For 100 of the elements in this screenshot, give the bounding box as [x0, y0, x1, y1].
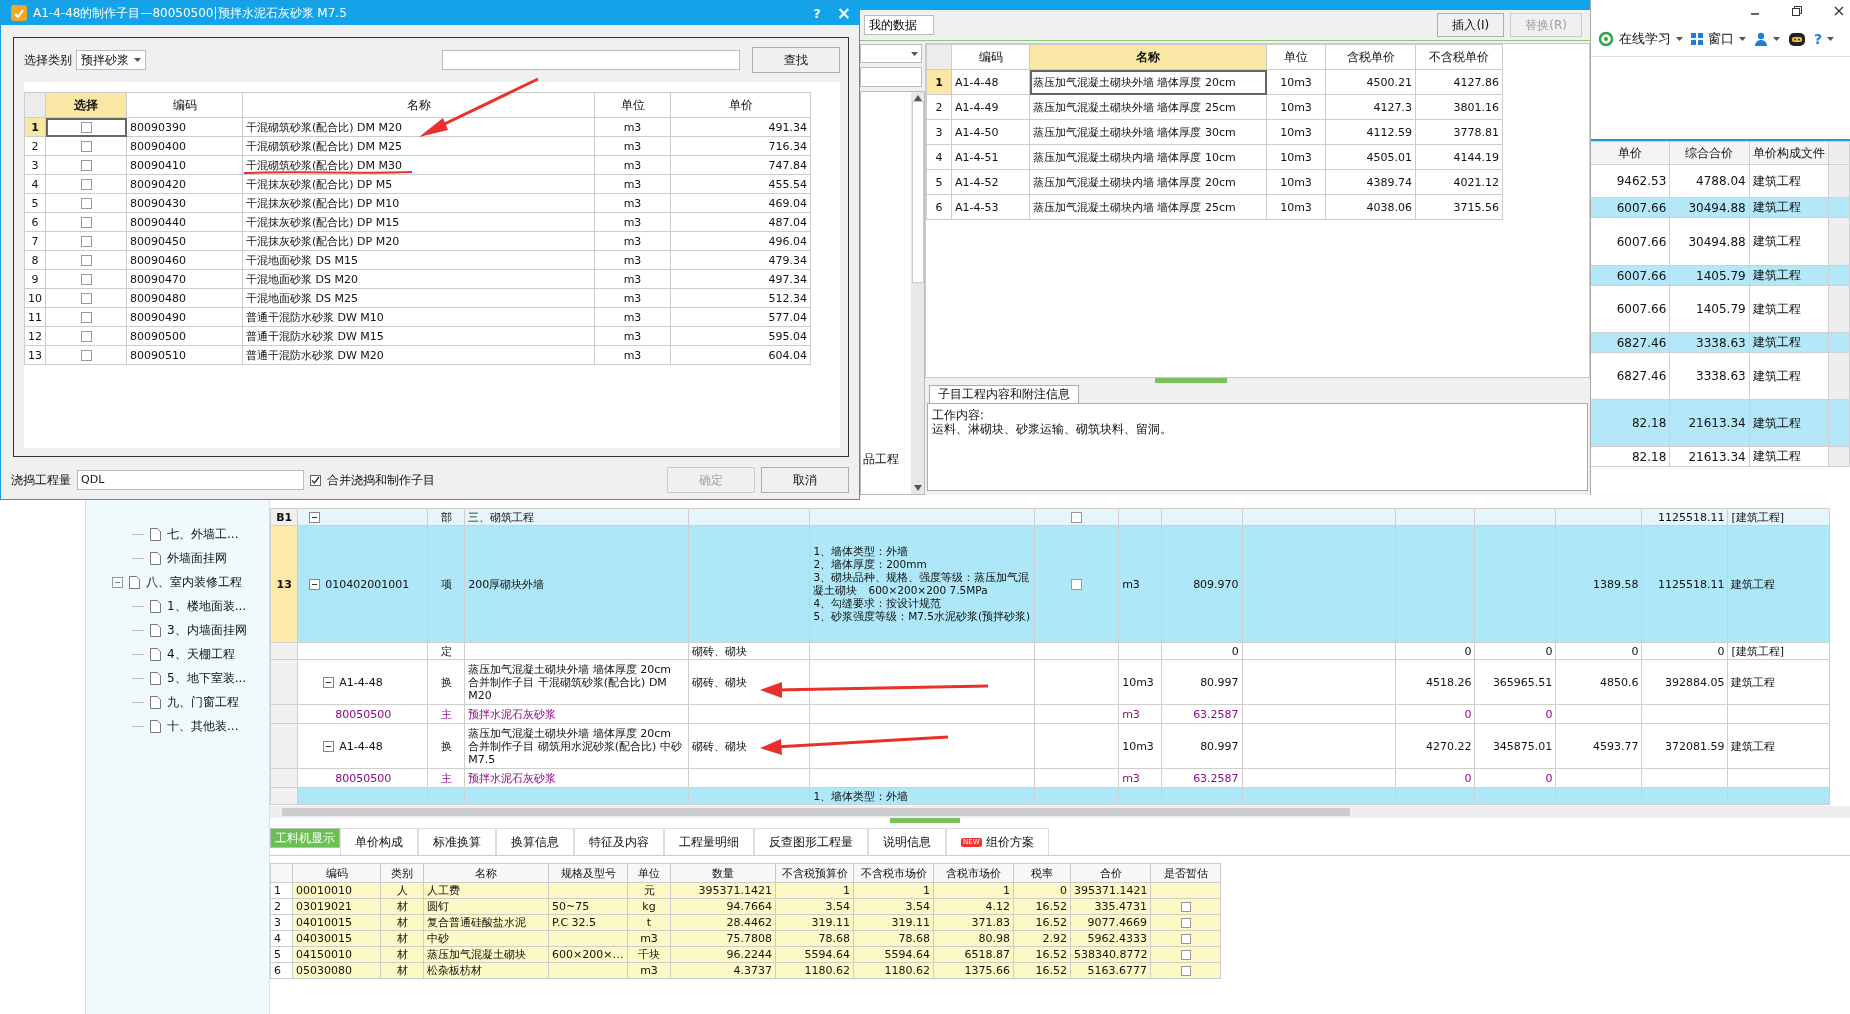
scrollbar[interactable]: [270, 806, 1850, 818]
cancel-button[interactable]: 取消: [761, 467, 849, 493]
collapse-icon[interactable]: [309, 511, 321, 523]
scroll-down-icon[interactable]: [913, 485, 922, 491]
row-number[interactable]: 6: [24, 212, 46, 232]
collapse-icon[interactable]: [309, 578, 321, 590]
table-row[interactable]: 82.18 21613.34 建筑工程: [1590, 399, 1850, 447]
row-number[interactable]: 13: [24, 345, 46, 365]
table-cell: 建筑工程: [1727, 525, 1830, 643]
row-number[interactable]: 1: [926, 69, 952, 95]
row-number[interactable]: 3: [926, 119, 952, 145]
checkbox[interactable]: [80, 198, 92, 209]
tab[interactable]: 特征及内容: [574, 828, 664, 855]
row-number[interactable]: 9: [24, 269, 46, 289]
row-number[interactable]: 13: [270, 525, 298, 643]
tree-item[interactable]: 九、门窗工程: [167, 693, 239, 711]
checkbox[interactable]: [80, 160, 92, 171]
tab[interactable]: 换算信息: [496, 828, 574, 855]
checkbox[interactable]: [80, 122, 92, 133]
table-row[interactable]: 6007.66 1405.79 建筑工程: [1590, 265, 1850, 286]
table-row[interactable]: 82.18 21613.34 建筑工程: [1590, 446, 1850, 467]
checkbox[interactable]: [80, 179, 92, 190]
scrollbar[interactable]: [911, 92, 924, 494]
tree-item[interactable]: 十、其他装...: [167, 717, 239, 735]
row-number[interactable]: B1: [270, 508, 298, 526]
tree-item[interactable]: 八、室内装修工程: [146, 573, 242, 591]
checkbox[interactable]: [310, 474, 321, 486]
table-cell: 392884.05: [1641, 659, 1728, 705]
checkbox[interactable]: [80, 331, 92, 342]
splitter-handle[interactable]: [1155, 378, 1227, 383]
table-cell: 0: [1395, 768, 1475, 788]
checkbox[interactable]: [1180, 902, 1191, 912]
close-icon[interactable]: [1834, 6, 1844, 16]
table-row[interactable]: 6827.46 3338.63 建筑工程: [1590, 352, 1850, 400]
search-field[interactable]: [442, 50, 740, 70]
tree-item[interactable]: 5、地下室装...: [167, 669, 247, 687]
tree-item[interactable]: 品工程: [863, 451, 899, 468]
checkbox[interactable]: [80, 255, 92, 266]
tree-item[interactable]: 1、楼地面装...: [167, 597, 247, 615]
checkbox[interactable]: [80, 350, 92, 361]
restore-icon[interactable]: [1792, 6, 1802, 16]
tab[interactable]: 工程量明细: [664, 828, 754, 855]
row-number[interactable]: 12: [24, 326, 46, 346]
checkbox-label[interactable]: 合并浇捣和制作子目: [327, 471, 435, 489]
checkbox[interactable]: [1071, 512, 1083, 523]
table-cell: 主: [427, 704, 465, 724]
tab[interactable]: 标准换算: [418, 828, 496, 855]
toolbar-label[interactable]: 窗口: [1708, 30, 1734, 48]
input-field[interactable]: [860, 67, 922, 87]
tab[interactable]: 反查图形工程量: [754, 828, 868, 855]
checkbox[interactable]: [1180, 918, 1191, 928]
splitter-handle[interactable]: [890, 818, 960, 823]
row-number[interactable]: 11: [24, 307, 46, 327]
grid-icon[interactable]: [1691, 33, 1703, 45]
tree-item[interactable]: 外墙面挂网: [167, 549, 227, 567]
checkbox[interactable]: [1071, 579, 1083, 590]
row-number[interactable]: 2: [24, 136, 46, 156]
checkbox[interactable]: [80, 293, 92, 304]
row-number[interactable]: 4: [926, 144, 952, 170]
table-cell: 10m3: [1266, 169, 1326, 195]
checkbox[interactable]: [80, 236, 92, 247]
row-number[interactable]: 2: [926, 94, 952, 120]
robot-icon[interactable]: [1788, 31, 1806, 47]
toolbar-label[interactable]: 在线学习: [1619, 30, 1671, 48]
checkbox[interactable]: [80, 217, 92, 228]
checkbox[interactable]: [1180, 966, 1191, 976]
table-row[interactable]: 6007.66 1405.79 建筑工程: [1590, 285, 1850, 333]
quantity-field[interactable]: QDL: [77, 470, 304, 490]
collapse-icon[interactable]: [323, 676, 335, 688]
checkbox[interactable]: [80, 274, 92, 285]
row-number[interactable]: 4: [24, 174, 46, 194]
row-number[interactable]: 6: [926, 194, 952, 220]
user-icon[interactable]: [1754, 32, 1768, 46]
row-number[interactable]: 7: [24, 231, 46, 251]
help-button[interactable]: ?: [1814, 31, 1823, 47]
row-number[interactable]: 5: [24, 193, 46, 213]
collapse-icon[interactable]: [323, 740, 335, 752]
checkbox[interactable]: [1180, 934, 1191, 944]
search-button[interactable]: 查找: [752, 47, 840, 73]
checkbox[interactable]: [80, 141, 92, 152]
category-dropdown[interactable]: 预拌砂浆: [76, 50, 146, 70]
tab[interactable]: 说明信息: [868, 828, 946, 855]
tree-item[interactable]: 4、天棚工程: [167, 645, 235, 663]
tab[interactable]: 我的数据: [864, 15, 934, 35]
table-row[interactable]: 9462.53 4788.04 建筑工程: [1590, 164, 1850, 198]
row-number[interactable]: 10: [24, 288, 46, 308]
table-row[interactable]: 6007.66 30494.88 建筑工程: [1590, 217, 1850, 266]
checkbox[interactable]: [80, 312, 92, 323]
row-number[interactable]: 3: [24, 155, 46, 175]
tab[interactable]: 子目工程内容和附注信息: [929, 385, 1079, 403]
table-row[interactable]: 6007.66 30494.88 建筑工程: [1590, 197, 1850, 218]
tree-item[interactable]: 3、内墙面挂网: [167, 621, 247, 639]
insert-button[interactable]: 插入(I): [1437, 13, 1505, 37]
table-row[interactable]: 6827.46 3338.63 建筑工程: [1590, 332, 1850, 353]
tree-item[interactable]: 七、外墙工...: [167, 525, 239, 543]
dropdown[interactable]: [860, 44, 922, 63]
row-number[interactable]: 8: [24, 250, 46, 270]
checkbox[interactable]: [1180, 950, 1191, 960]
tab[interactable]: 单价构成: [340, 828, 418, 855]
row-number[interactable]: 5: [926, 169, 952, 195]
